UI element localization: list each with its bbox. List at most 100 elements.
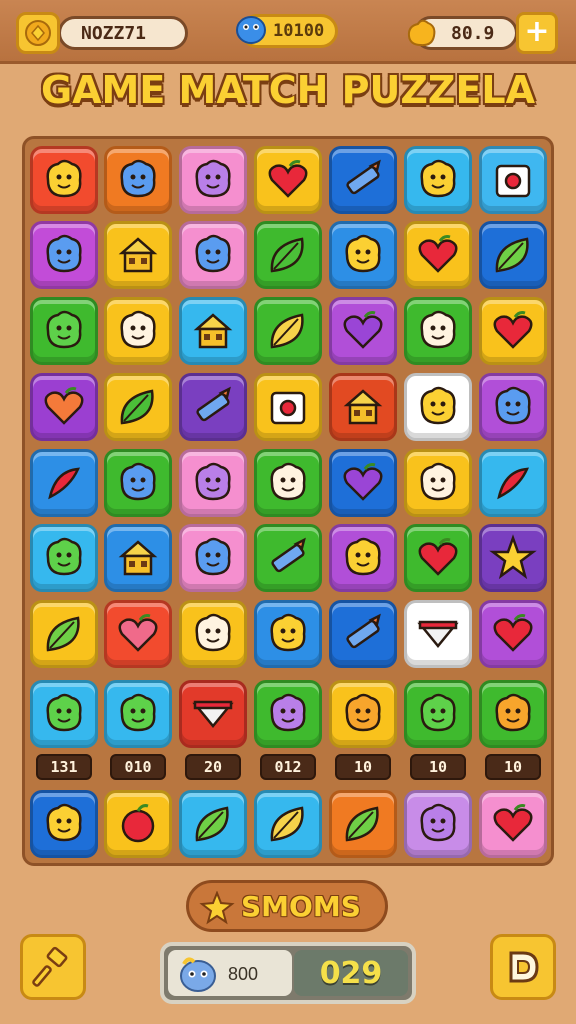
tile[interactable]	[30, 373, 98, 441]
add-currency-button[interactable]: +	[516, 12, 558, 54]
tile[interactable]	[479, 373, 547, 441]
pear-icon	[495, 237, 529, 273]
tile[interactable]	[479, 790, 547, 858]
tile[interactable]	[254, 449, 322, 517]
tile[interactable]	[404, 373, 472, 441]
chili-icon	[497, 467, 530, 500]
leaf-icon	[120, 389, 154, 425]
tile[interactable]	[329, 790, 397, 858]
tile[interactable]	[104, 680, 172, 748]
score-label: 800	[228, 964, 259, 984]
tile[interactable]	[104, 146, 172, 214]
tile[interactable]	[479, 524, 547, 592]
tile[interactable]	[329, 221, 397, 289]
tile[interactable]	[104, 600, 172, 668]
tile[interactable]	[329, 297, 397, 365]
tile[interactable]	[179, 221, 247, 289]
tile[interactable]	[404, 600, 472, 668]
star-icon	[199, 891, 235, 925]
tile[interactable]	[254, 146, 322, 214]
tile-score-tag: 20	[185, 754, 241, 780]
tile[interactable]	[404, 146, 472, 214]
tile[interactable]	[179, 146, 247, 214]
coin-button[interactable]	[16, 12, 60, 54]
tile[interactable]	[479, 600, 547, 668]
tile[interactable]	[254, 373, 322, 441]
score-value: 029	[294, 950, 408, 996]
white-cube-icon	[420, 310, 456, 349]
heart-icon	[493, 614, 533, 652]
tile[interactable]	[179, 297, 247, 365]
tile[interactable]	[30, 221, 98, 289]
tile[interactable]	[329, 449, 397, 517]
tile[interactable]	[479, 221, 547, 289]
tile[interactable]	[30, 680, 98, 748]
tile[interactable]	[254, 790, 322, 858]
pink-fish-icon	[195, 159, 231, 198]
tile[interactable]	[179, 790, 247, 858]
heart-icon	[493, 311, 533, 349]
tile[interactable]	[254, 680, 322, 748]
tile[interactable]	[479, 449, 547, 517]
tile[interactable]	[404, 449, 472, 517]
green-leaf-icon	[46, 616, 80, 652]
lemon-icon	[270, 313, 304, 349]
house-icon	[193, 313, 233, 349]
blue-bird-icon	[120, 159, 156, 198]
trumpet-icon	[346, 159, 381, 195]
tile[interactable]	[479, 297, 547, 365]
tile[interactable]	[30, 146, 98, 214]
d-letter-icon	[509, 951, 539, 983]
tile[interactable]	[254, 221, 322, 289]
bonus-label: SMOMS	[241, 889, 361, 923]
tile[interactable]	[179, 373, 247, 441]
tile[interactable]	[329, 373, 397, 441]
bonus-button[interactable]: SMOMS	[186, 880, 388, 932]
tile[interactable]	[179, 449, 247, 517]
green-leaf-icon	[195, 806, 229, 842]
tile[interactable]	[179, 680, 247, 748]
cream-blob-icon	[270, 462, 306, 501]
tile[interactable]	[479, 146, 547, 214]
tile[interactable]	[179, 524, 247, 592]
tile[interactable]	[404, 680, 472, 748]
tile[interactable]	[254, 297, 322, 365]
tile[interactable]	[404, 297, 472, 365]
shuffle-tool-button[interactable]	[490, 934, 556, 1000]
tile[interactable]	[104, 373, 172, 441]
heart-icon	[493, 804, 533, 842]
tile[interactable]	[104, 221, 172, 289]
tile[interactable]	[30, 600, 98, 668]
tile[interactable]	[329, 600, 397, 668]
orange-flower-icon	[495, 693, 531, 732]
tile[interactable]	[329, 146, 397, 214]
tile[interactable]	[179, 600, 247, 668]
tile[interactable]	[254, 600, 322, 668]
tile[interactable]	[104, 297, 172, 365]
lemon-icon	[270, 806, 304, 842]
blue-drop-icon	[495, 386, 531, 425]
bugs-icon	[345, 234, 381, 273]
tile[interactable]	[254, 524, 322, 592]
hammer-tool-button[interactable]	[20, 934, 86, 1000]
tile[interactable]	[30, 790, 98, 858]
coin-icon	[25, 20, 51, 46]
coin-counter-text: 80.9	[451, 22, 495, 44]
tile[interactable]	[30, 297, 98, 365]
level-counter: NOZZ71	[58, 16, 188, 50]
tile[interactable]	[329, 524, 397, 592]
tile[interactable]	[30, 449, 98, 517]
score-panel: 800 029	[160, 942, 416, 1004]
tile[interactable]	[404, 221, 472, 289]
tile[interactable]	[329, 680, 397, 748]
tile[interactable]	[104, 790, 172, 858]
green-smile-icon	[46, 310, 82, 349]
jar-icon	[495, 164, 531, 198]
purple-ball-icon	[270, 693, 306, 732]
tile[interactable]	[104, 524, 172, 592]
tile[interactable]	[404, 790, 472, 858]
tile[interactable]	[30, 524, 98, 592]
tile[interactable]	[404, 524, 472, 592]
tile[interactable]	[479, 680, 547, 748]
tile[interactable]	[104, 449, 172, 517]
